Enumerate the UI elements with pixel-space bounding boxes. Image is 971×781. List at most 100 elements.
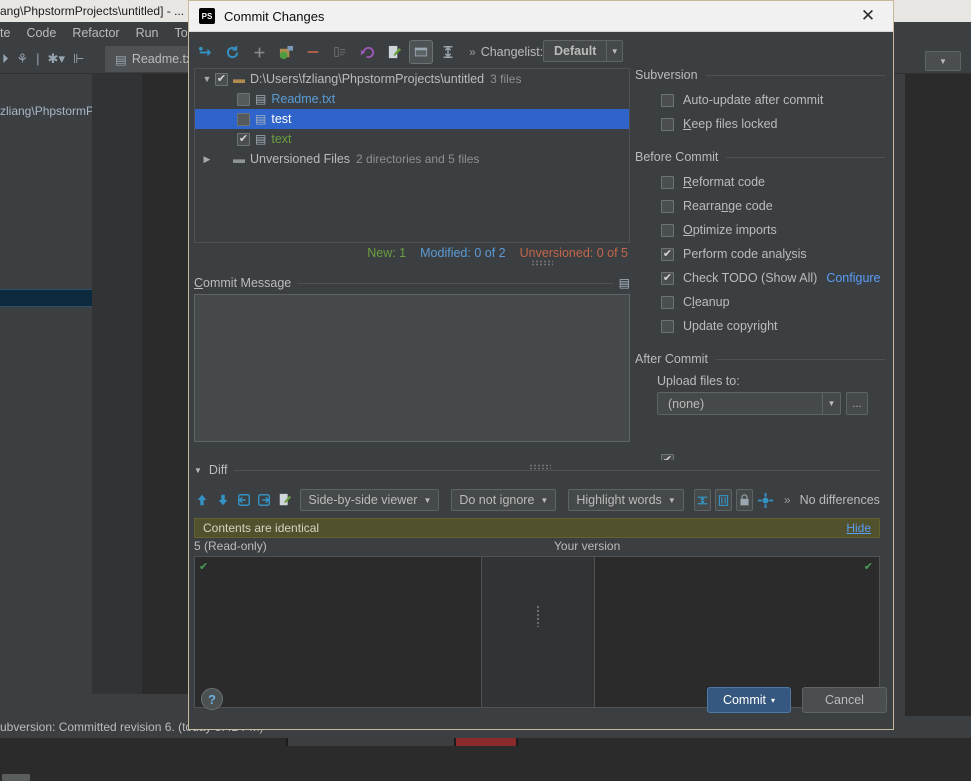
checkbox[interactable]: [661, 224, 674, 237]
menu-item-file[interactable]: te: [0, 26, 10, 40]
browse-button[interactable]: ...: [846, 392, 868, 415]
diff-viewer-mode-dropdown[interactable]: Side-by-side viewer ▼: [300, 489, 439, 511]
configure-link[interactable]: Configure: [826, 271, 880, 285]
run-icon[interactable]: ⏵: [2, 51, 9, 67]
count-unversioned: Unversioned: 0 of 5: [520, 246, 628, 260]
group-by-directory-icon[interactable]: [409, 40, 433, 64]
refresh-icon[interactable]: [220, 40, 244, 64]
splitter-handle-tree[interactable]: [531, 260, 553, 266]
changes-file-tree[interactable]: ▼▬D:\Users\fzliang\PhpstormProjects\unti…: [194, 68, 630, 243]
accept-right-icon[interactable]: [256, 489, 273, 511]
changelist-dropdown[interactable]: Default ▼: [543, 40, 623, 62]
tree-row[interactable]: ▤test: [195, 109, 629, 129]
expand-collapse-icon[interactable]: [436, 40, 460, 64]
show-diff-icon[interactable]: [193, 40, 217, 64]
collapse-unchanged-icon[interactable]: [694, 489, 711, 511]
checkbox[interactable]: [661, 176, 674, 189]
chevron-right-icon[interactable]: ▶: [199, 154, 215, 165]
upload-files-row: (none)▼...: [635, 392, 885, 415]
commit-button-label: Commit: [723, 693, 766, 707]
ide-right-dropdown-button[interactable]: ▼: [925, 51, 961, 71]
upload-files-dropdown[interactable]: (none)▼: [657, 392, 841, 415]
clipped-option-row[interactable]: [635, 450, 885, 460]
count-new: New: 1: [367, 246, 406, 260]
tree-row-checkbox[interactable]: [215, 73, 228, 86]
ide-project-path: zliang\PhpstormP: [0, 104, 94, 118]
option-checkbox-row[interactable]: Optimize imports: [635, 218, 885, 242]
rollback-icon[interactable]: [355, 40, 379, 64]
history-icon[interactable]: ▤: [619, 276, 630, 290]
chevron-down-icon[interactable]: ▼: [606, 41, 622, 61]
chevron-down-icon[interactable]: ▼: [822, 393, 840, 414]
option-checkbox-row[interactable]: Update copyright: [635, 314, 885, 338]
add-icon[interactable]: [247, 40, 271, 64]
checkbox-clipped[interactable]: [661, 454, 674, 461]
menu-item-code[interactable]: Code: [26, 26, 56, 40]
diff-toolbar[interactable]: Side-by-side viewer ▼ Do not ignore ▼ Hi…: [194, 486, 880, 514]
tree-row-checkbox[interactable]: [237, 113, 250, 126]
help-button[interactable]: ?: [201, 688, 223, 710]
new-changelist-icon[interactable]: [274, 40, 298, 64]
checkbox[interactable]: [661, 118, 674, 131]
diff-highlight-mode-value: Highlight words: [576, 493, 661, 507]
edit-source-icon[interactable]: [277, 489, 294, 511]
checkbox[interactable]: [661, 296, 674, 309]
diff-ignore-mode-dropdown[interactable]: Do not ignore ▼: [451, 489, 556, 511]
splitter-handle-diff[interactable]: [529, 464, 551, 470]
checkbox[interactable]: [661, 200, 674, 213]
accept-left-icon[interactable]: [235, 489, 252, 511]
checkbox[interactable]: [661, 94, 674, 107]
option-checkbox-row[interactable]: Auto-update after commit: [635, 88, 885, 112]
previous-difference-icon[interactable]: [194, 489, 211, 511]
show-whitespace-icon[interactable]: [715, 489, 732, 511]
phpstorm-logo-icon: PS: [199, 8, 215, 24]
close-icon[interactable]: ✕: [847, 1, 889, 31]
checkbox[interactable]: [661, 320, 674, 333]
option-checkbox-row[interactable]: Check TODO (Show All)Configure: [635, 266, 885, 290]
changes-counts: New: 1 Modified: 0 of 2 Unversioned: 0 o…: [194, 244, 630, 262]
tree-row-label: Readme.txt: [271, 92, 335, 106]
ide-project-selected-row[interactable]: [0, 289, 92, 307]
menu-item-run[interactable]: Run: [136, 26, 159, 40]
delete-icon[interactable]: [301, 40, 325, 64]
chevron-down-icon[interactable]: ▼: [199, 74, 215, 84]
checkbox[interactable]: [661, 248, 674, 261]
tree-row[interactable]: ▤text: [195, 129, 629, 149]
tree-row-count: 3 files: [490, 72, 521, 86]
next-difference-icon[interactable]: [215, 489, 232, 511]
ide-window-title: ang\PhpstormProjects\untitled] - ...: [0, 4, 184, 18]
diff-highlight-mode-dropdown[interactable]: Highlight words ▼: [568, 489, 683, 511]
tree-row-checkbox[interactable]: [237, 93, 250, 106]
option-group-title: After Commit: [635, 352, 708, 366]
option-checkbox-row[interactable]: Rearrange code: [635, 194, 885, 218]
option-checkbox-row[interactable]: Perform code analysis: [635, 242, 885, 266]
tree-row[interactable]: ▼▬D:\Users\fzliang\PhpstormProjects\unti…: [195, 69, 629, 89]
commit-message-input[interactable]: [194, 294, 630, 442]
option-checkbox-row[interactable]: Reformat code: [635, 170, 885, 194]
changes-toolbar[interactable]: » Changelist:: [193, 38, 813, 66]
read-only-lock-icon[interactable]: [736, 489, 753, 511]
commit-button[interactable]: Commit ▾: [707, 687, 791, 713]
diff-toolbar-overflow-icon[interactable]: »: [784, 493, 790, 507]
checkbox[interactable]: [661, 272, 674, 285]
option-checkbox-row[interactable]: Cleanup: [635, 290, 885, 314]
tree-row[interactable]: ▤Readme.txt: [195, 89, 629, 109]
ide-scrollbar-thumb[interactable]: [2, 774, 30, 781]
option-checkbox-row[interactable]: Keep files locked: [635, 112, 885, 136]
menu-item-refactor[interactable]: Refactor: [72, 26, 119, 40]
chevron-down-icon[interactable]: ▼: [194, 466, 202, 475]
diff-settings-gear-icon[interactable]: [757, 489, 774, 511]
settings-icon[interactable]: ✱▾: [48, 51, 65, 67]
commit-options-panel[interactable]: SubversionAuto-update after commitKeep f…: [635, 68, 885, 450]
diff-identical-notice: Contents are identical Hide: [194, 518, 880, 538]
cancel-button[interactable]: Cancel: [802, 687, 887, 713]
diff-hide-link[interactable]: Hide: [846, 521, 871, 535]
ide-project-pane[interactable]: zliang\PhpstormP: [0, 74, 92, 694]
debug-icon[interactable]: ⚘: [17, 51, 29, 67]
tree-row-checkbox[interactable]: [237, 133, 250, 146]
toolbar-overflow-icon[interactable]: »: [469, 45, 475, 59]
project-structure-icon[interactable]: ⊩: [73, 51, 84, 67]
tree-row[interactable]: ▶▬Unversioned Files2 directories and 5 f…: [195, 149, 629, 169]
edit-source-icon[interactable]: [382, 40, 406, 64]
move-to-changelist-icon[interactable]: [328, 40, 352, 64]
